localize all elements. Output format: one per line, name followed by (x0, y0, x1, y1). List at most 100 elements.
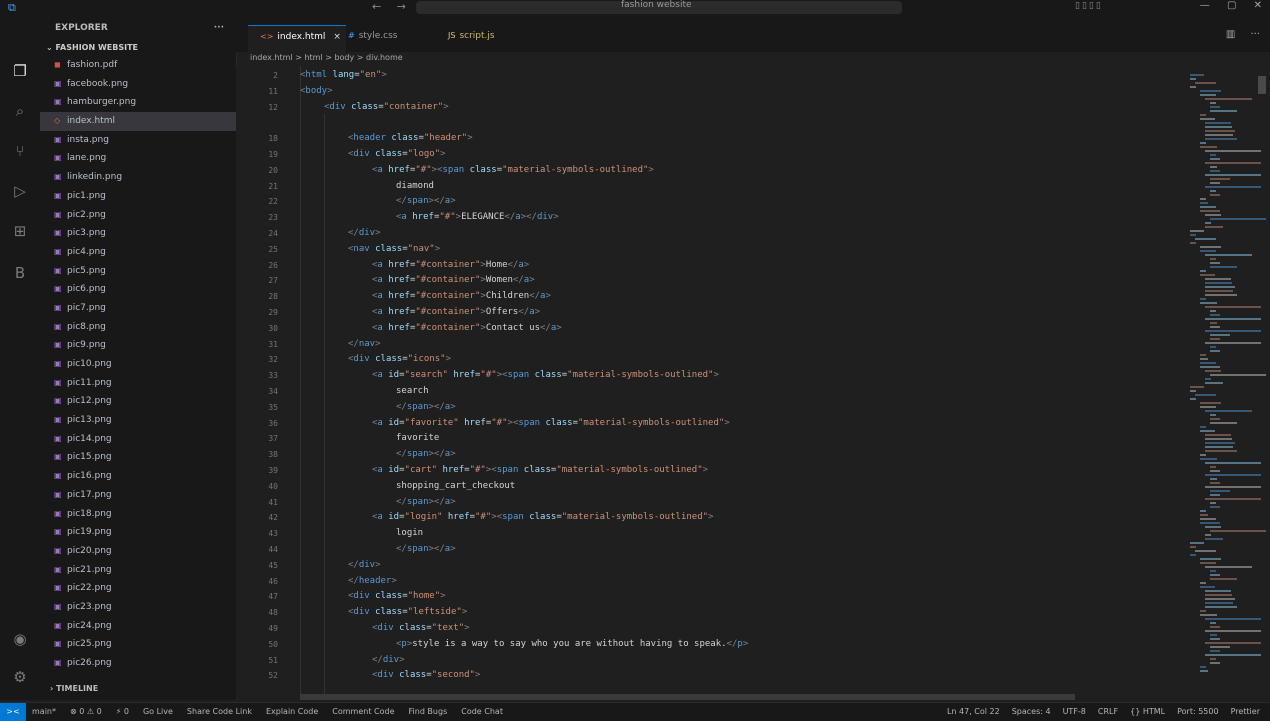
extensions-icon[interactable]: ⊞ (0, 222, 40, 240)
file-item[interactable]: ▣ pic16.png (40, 467, 236, 486)
file-item[interactable]: ▣ linkedin.png (40, 168, 236, 187)
file-item[interactable]: ▣ pic5.png (40, 262, 236, 281)
nav-buttons: ← → (372, 0, 418, 13)
account-icon[interactable]: ◉ (0, 630, 40, 648)
file-item[interactable]: ◇ index.html (40, 112, 236, 131)
minimap-line (1190, 542, 1205, 544)
status-item[interactable]: Ln 47, Col 22 (947, 707, 1000, 716)
file-item[interactable]: ▣ pic7.png (40, 299, 236, 318)
minimap[interactable] (1186, 66, 1266, 698)
forward-button[interactable]: → (397, 0, 406, 13)
file-item[interactable]: ▣ pic21.png (40, 561, 236, 580)
file-item[interactable]: ▣ pic6.png (40, 280, 236, 299)
tab-label: script.js (459, 31, 495, 41)
extension-panel-icon[interactable]: B (0, 264, 40, 282)
file-item[interactable]: ▣ pic4.png (40, 243, 236, 262)
line-number: 12 (268, 102, 278, 112)
layout-controls-icon[interactable]: ▯▯▯▯ (1075, 1, 1103, 11)
status-item[interactable]: CRLF (1098, 707, 1118, 716)
explorer-icon[interactable]: ❐ (0, 62, 40, 80)
explorer-header: EXPLORER ··· (40, 16, 236, 40)
back-button[interactable]: ← (372, 0, 381, 13)
status-item[interactable]: Find Bugs (409, 707, 448, 716)
image-file-icon: ▣ (54, 583, 62, 593)
tab-index-html[interactable]: <> index.html × (248, 25, 346, 53)
command-center[interactable]: fashion website (416, 0, 902, 14)
status-item[interactable]: Port: 5500 (1177, 707, 1218, 716)
file-item[interactable]: ▣ pic3.png (40, 224, 236, 243)
file-item[interactable]: ◼ fashion.pdf (40, 56, 236, 75)
file-item[interactable]: ▣ insta.png (40, 131, 236, 150)
file-item[interactable]: ▣ pic24.png (40, 617, 236, 636)
file-item[interactable]: ▣ pic11.png (40, 374, 236, 393)
breadcrumb[interactable]: index.html > html > body > div.home (250, 53, 403, 62)
status-item[interactable]: main* (32, 707, 56, 716)
file-item[interactable]: ▣ pic25.png (40, 635, 236, 654)
file-item[interactable]: ▣ pic19.png (40, 523, 236, 542)
minimap-line (1205, 222, 1211, 224)
file-item[interactable]: ▣ pic22.png (40, 579, 236, 598)
minimap-line (1205, 290, 1233, 292)
more-actions-icon[interactable]: ··· (214, 16, 224, 40)
file-item[interactable]: ▣ pic20.png (40, 542, 236, 561)
minimap-line (1205, 226, 1223, 228)
minimap-line (1205, 486, 1261, 488)
file-item[interactable]: ▣ pic23.png (40, 598, 236, 617)
source-control-icon[interactable]: ⑂ (0, 142, 40, 160)
file-item[interactable]: ▣ pic9.png (40, 336, 236, 355)
status-item[interactable]: ⚡ 0 (116, 707, 129, 716)
code-text: shopping_cart_checkout (396, 480, 516, 491)
code-text: <a id="cart" href="#"><span class="mater… (372, 465, 709, 475)
close-icon[interactable]: ✕ (1254, 0, 1262, 11)
status-item[interactable]: {} HTML (1130, 707, 1165, 716)
minimap-line (1205, 438, 1232, 440)
file-item[interactable]: ▣ pic1.png (40, 187, 236, 206)
file-item[interactable]: ▣ pic12.png (40, 392, 236, 411)
minimap-line (1210, 530, 1266, 532)
horizontal-scrollbar[interactable] (300, 694, 1075, 700)
status-item[interactable]: Explain Code (266, 707, 318, 716)
maximize-icon[interactable]: ▢ (1227, 0, 1236, 11)
file-item[interactable]: ▣ pic15.png (40, 448, 236, 467)
status-item[interactable]: Prettier (1231, 707, 1260, 716)
minimap-line (1205, 130, 1235, 132)
timeline-section[interactable]: › TIMELINE (40, 682, 98, 696)
status-item[interactable]: Spaces: 4 (1012, 707, 1051, 716)
more-actions-icon[interactable]: ··· (1250, 29, 1260, 40)
status-item[interactable]: Code Chat (461, 707, 503, 716)
status-item[interactable]: ⊗ 0 ⚠ 0 (70, 707, 102, 716)
run-debug-icon[interactable]: ▷ (0, 182, 40, 200)
file-item[interactable]: ▣ facebook.png (40, 75, 236, 94)
minimap-line (1210, 622, 1216, 624)
file-item[interactable]: ▣ pic8.png (40, 318, 236, 337)
gear-icon[interactable]: ⚙ (0, 668, 40, 686)
split-editor-icon[interactable]: ▥ (1226, 29, 1235, 40)
image-file-icon: ▣ (54, 415, 62, 425)
file-item[interactable]: ▣ pic17.png (40, 486, 236, 505)
code-editor[interactable]: 2 <html lang="en"> 11 <body> 12 <div class="c… (236, 66, 1186, 698)
file-item[interactable]: ▣ lane.png (40, 149, 236, 168)
file-item[interactable]: ▣ pic14.png (40, 430, 236, 449)
project-folder[interactable]: ⌄ FASHION WEBSITE (40, 40, 236, 56)
code-text: <a href="#container">Offers</a> (372, 307, 541, 317)
search-icon[interactable]: ⌕ (0, 102, 40, 120)
tab-style-css[interactable]: # style.css (336, 25, 438, 52)
minimap-line (1200, 522, 1220, 524)
file-item[interactable]: ▣ hamburger.png (40, 93, 236, 112)
file-item[interactable]: ▣ pic26.png (40, 654, 236, 673)
status-item[interactable]: UTF-8 (1063, 707, 1086, 716)
status-item[interactable]: Go Live (143, 707, 173, 716)
minimap-line (1205, 278, 1232, 280)
status-item[interactable]: Share Code Link (187, 707, 252, 716)
code-text: <a href="#container">Home</a> (372, 259, 530, 270)
tab-script-js[interactable]: JS script.js (436, 25, 538, 52)
vertical-scrollbar[interactable] (1258, 76, 1266, 94)
file-item[interactable]: ▣ pic13.png (40, 411, 236, 430)
file-item[interactable]: ▣ pic18.png (40, 505, 236, 524)
status-item[interactable]: Comment Code (332, 707, 394, 716)
file-item[interactable]: ▣ pic10.png (40, 355, 236, 374)
image-file-icon: ▣ (54, 97, 62, 107)
remote-indicator[interactable]: >< (0, 703, 26, 721)
minimize-icon[interactable]: — (1200, 0, 1210, 11)
file-item[interactable]: ▣ pic2.png (40, 206, 236, 225)
